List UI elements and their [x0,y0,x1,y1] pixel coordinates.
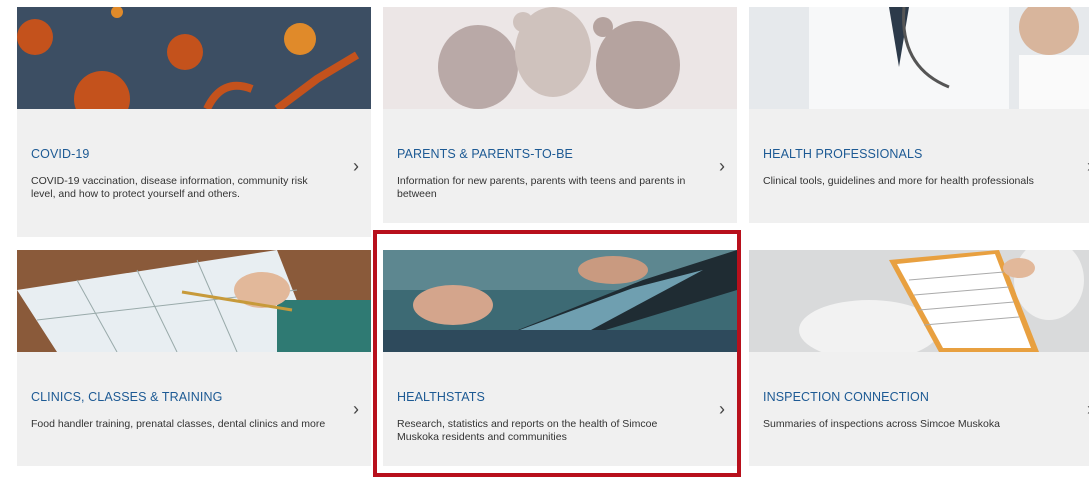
tablet-image [383,250,737,352]
card-title[interactable]: COVID-19 [31,147,89,161]
card-description: Summaries of inspections across Simcoe M… [763,418,1000,430]
card-title[interactable]: INSPECTION CONNECTION [763,390,929,404]
chevron-right-icon[interactable]: › [719,400,725,418]
card-description: Clinical tools, guidelines and more for … [763,175,1034,187]
chevron-right-icon[interactable]: › [719,157,725,175]
card-clinics-classes-training[interactable]: CLINICS, CLASSES & TRAINING Food handler… [17,250,371,466]
doctors-image [749,7,1089,109]
teddy-bears-image [383,7,737,109]
calendar-image [17,250,371,352]
clipboard-inspection-image [749,250,1089,352]
card-title[interactable]: HEALTH PROFESSIONALS [763,147,922,161]
card-healthstats[interactable]: HEALTHSTATS Research, statistics and rep… [383,250,737,466]
card-covid-19[interactable]: COVID-19 COVID-19 vaccination, disease i… [17,7,371,237]
card-inspection-connection[interactable]: INSPECTION CONNECTION Summaries of inspe… [749,250,1089,466]
chevron-right-icon[interactable]: › [353,157,359,175]
card-description: Research, statistics and reports on the … [397,418,658,443]
card-description: Food handler training, prenatal classes,… [31,418,326,430]
card-parents[interactable]: PARENTS & PARENTS-TO-BE Information for … [383,7,737,223]
card-title[interactable]: HEALTHSTATS [397,390,485,404]
card-title[interactable]: CLINICS, CLASSES & TRAINING [31,390,222,404]
card-title[interactable]: PARENTS & PARENTS-TO-BE [397,147,573,161]
card-health-professionals[interactable]: HEALTH PROFESSIONALS Clinical tools, gui… [749,7,1089,223]
covid-virus-image [17,7,371,109]
card-description: Information for new parents, parents wit… [397,175,686,200]
chevron-right-icon[interactable]: › [353,400,359,418]
card-description: COVID-19 vaccination, disease informatio… [31,175,308,200]
